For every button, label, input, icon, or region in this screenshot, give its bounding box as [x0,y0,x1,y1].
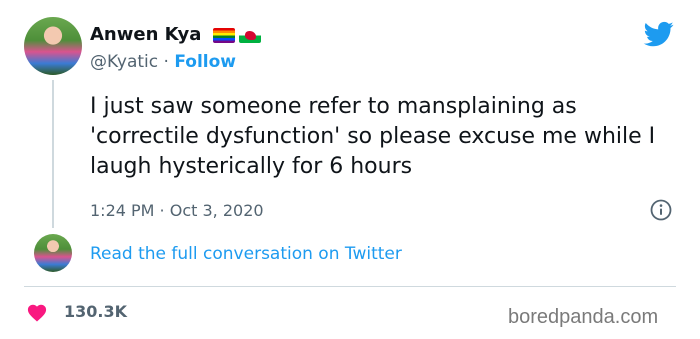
read-conversation-link[interactable]: Read the full conversation on Twitter [90,243,402,265]
heart-icon[interactable] [26,302,48,322]
handle-separator: · [163,52,169,72]
rainbow-flag-icon [213,28,235,43]
divider [24,286,676,287]
thread-line [52,80,54,228]
author-flags [213,28,261,43]
likes-count[interactable]: 130.3K [64,302,127,322]
author-avatar[interactable] [24,17,82,75]
watermark: boredpanda.com [508,306,659,328]
follow-button[interactable]: Follow [174,52,236,72]
tweet-timestamp[interactable]: 1:24 PM · Oct 3, 2020 [90,200,264,222]
info-icon[interactable] [650,199,672,221]
twitter-bird-icon[interactable] [642,19,676,49]
wales-flag-icon [239,28,261,43]
author-display-name[interactable]: Anwen Kya [90,23,201,47]
author-handle-row: @Kyatic · Follow [90,51,236,73]
tweet-text: I just saw someone refer to mansplaining… [90,94,656,179]
author-handle[interactable]: @Kyatic [90,52,158,72]
conversation-avatar[interactable] [34,234,72,272]
